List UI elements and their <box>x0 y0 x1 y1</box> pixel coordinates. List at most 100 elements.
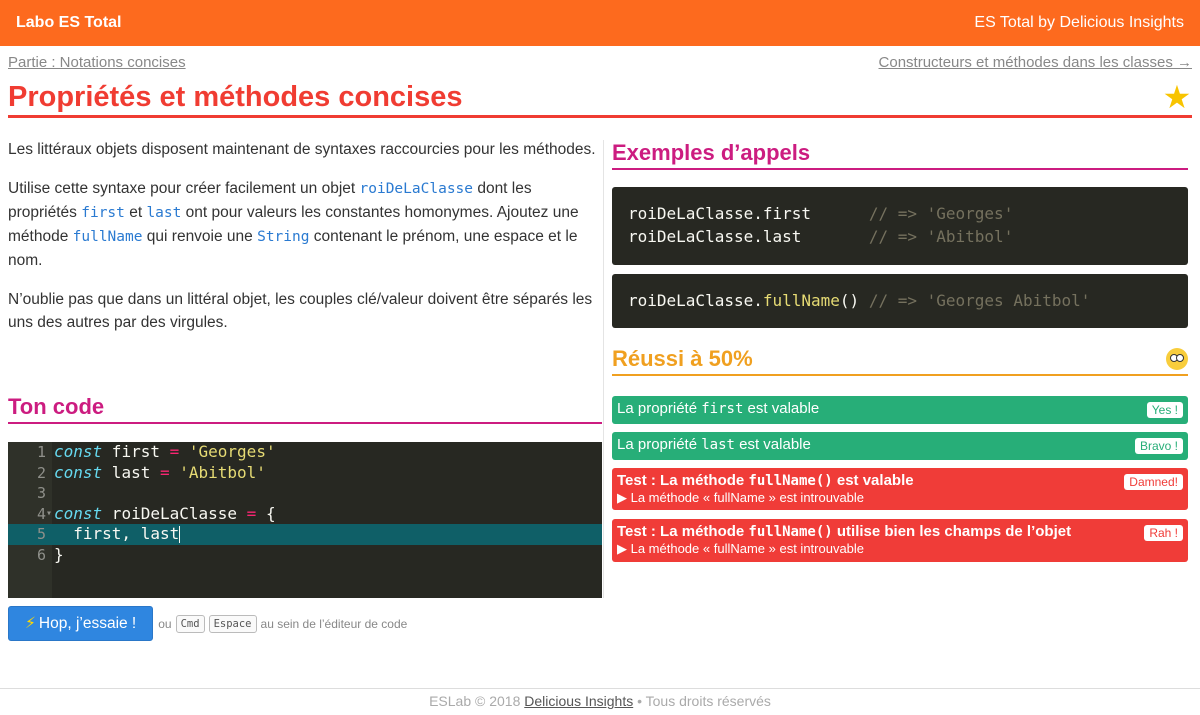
next-part-link[interactable]: Constructeurs et méthodes dans les class… <box>879 54 1192 74</box>
text: est valable <box>832 472 914 489</box>
editor-line[interactable]: 2 const last = 'Abitbol' <box>8 463 602 484</box>
text: qui renvoie une <box>142 228 258 245</box>
try-row: ⚡ Hop, j’essaie ! ou Cmd Espace au sein d… <box>8 606 407 641</box>
function-name: fullName <box>762 291 840 310</box>
line-number: 1 <box>36 443 46 461</box>
title-row: Propriétés et méthodes concises ★ <box>8 80 1192 118</box>
code-text: first, last <box>54 524 180 543</box>
text: Test : La méthode <box>617 472 749 489</box>
code: () <box>839 291 869 310</box>
instructions: Les littéraux objets disposent maintenan… <box>8 138 602 350</box>
fold-chevron-icon[interactable]: ▾ <box>46 504 54 525</box>
text: La propriété <box>617 436 702 453</box>
code: roiDeLaClasse.last <box>628 227 869 246</box>
line-number: 6 <box>36 545 46 564</box>
footer-text: ESLab © 2018 <box>429 693 525 709</box>
prev-part-link[interactable]: Partie : Notations concises <box>8 54 186 74</box>
text-cursor <box>179 526 181 543</box>
footer-link[interactable]: Delicious Insights <box>524 693 633 709</box>
comment: // => 'Georges Abitbol' <box>868 291 1091 310</box>
success-title: Réussi à 50% <box>612 346 753 371</box>
brand-link[interactable]: ES Total by Delicious Insights <box>974 14 1184 32</box>
code-editor[interactable]: 1 const first = 'Georges' 2 const last =… <box>8 442 602 598</box>
shortcut-hint: ou Cmd Espace au sein de l’éditeur de co… <box>158 614 408 633</box>
editor-line[interactable]: 4 ▾ const roiDeLaClasse = { <box>8 504 602 525</box>
result-text: Test : La méthode fullName() utilise bie… <box>617 523 1183 540</box>
result-text: La propriété last est valable <box>617 436 1183 453</box>
text: La propriété <box>617 400 702 417</box>
line-number: 5 <box>36 525 46 543</box>
result-badge: Damned! <box>1124 474 1183 490</box>
test-result-pass: La propriété last est valable Bravo ! <box>612 432 1188 460</box>
breadcrumb: Partie : Notations concises Constructeur… <box>8 54 1192 74</box>
text: est valable <box>743 400 820 417</box>
line-number: 3 <box>36 484 46 502</box>
code: fullName() <box>748 524 833 540</box>
hint-text: ou <box>158 616 172 631</box>
result-detail[interactable]: ▶ La méthode « fullName » est introuvabl… <box>617 490 1183 506</box>
editor-line[interactable]: 1 const first = 'Georges' <box>8 442 602 463</box>
code-first: first <box>81 205 125 221</box>
text: utilise bien les champs de l’objet <box>832 523 1072 540</box>
result-text: Test : La méthode fullName() est valable <box>617 472 1183 489</box>
text: Test : La méthode <box>617 523 749 540</box>
code-roideLaClasse: roiDeLaClasse <box>359 181 474 197</box>
result-text: La propriété first est valable <box>617 400 1183 417</box>
comment: // => 'Georges' <box>868 204 1014 223</box>
app-brand[interactable]: Labo ES Total <box>16 14 121 32</box>
editor-active-line[interactable]: 5 first, last <box>8 524 602 545</box>
operator: = <box>159 462 170 482</box>
result-badge: Yes ! <box>1146 402 1183 418</box>
result-detail[interactable]: ▶ La méthode « fullName » est introuvabl… <box>617 541 1183 557</box>
line-code: const last = 'Abitbol' <box>54 463 266 484</box>
try-button[interactable]: ⚡ Hop, j’essaie ! <box>8 606 154 641</box>
test-result-fail: Test : La méthode fullName() est valable… <box>612 468 1188 510</box>
hint-text: au sein de l’éditeur de code <box>260 616 408 631</box>
editor-line[interactable]: 6 } <box>8 545 602 566</box>
text: Utilise cette syntaxe pour créer facilem… <box>8 180 360 197</box>
page-title: Propriétés et méthodes concises <box>8 81 463 113</box>
code-fullname: fullName <box>72 229 143 245</box>
intro-paragraph-1: Les littéraux objets disposent maintenan… <box>8 141 596 158</box>
code-last: last <box>146 205 182 221</box>
success-heading: Réussi à 50% <box>612 346 1188 376</box>
code-line: roiDeLaClasse.fullName() // => 'Georges … <box>628 289 1172 312</box>
editor-line[interactable]: 3 <box>8 483 602 504</box>
code-string: String <box>257 229 310 245</box>
line-code: } <box>54 544 64 564</box>
top-bar: Labo ES Total ES Total by Delicious Insi… <box>0 0 1200 46</box>
keyword: const <box>54 442 103 461</box>
line-code: const roiDeLaClasse = { <box>54 504 276 525</box>
operator: = <box>246 503 257 523</box>
examples-heading: Exemples d’appels <box>612 140 1188 170</box>
test-result-pass: La propriété first est valable Yes ! <box>612 396 1188 424</box>
intro-paragraph-3: N’oublie pas que dans un littéral objet,… <box>8 291 593 331</box>
code: fullName() <box>748 473 833 489</box>
column-divider <box>603 140 604 598</box>
code: roiDeLaClasse.first <box>628 204 869 223</box>
lightning-icon: ⚡ <box>25 615 36 632</box>
text: et <box>124 204 147 221</box>
text: est valable <box>734 436 811 453</box>
test-result-fail: Test : La méthode fullName() utilise bie… <box>612 519 1188 562</box>
string: 'Georges' <box>179 442 276 461</box>
keyword: const <box>54 503 103 523</box>
identifier: roiDeLaClasse <box>102 503 247 523</box>
code-line: roiDeLaClasse.last // => 'Abitbol' <box>628 225 1172 248</box>
star-icon[interactable]: ★ <box>1162 81 1192 113</box>
comment: // => 'Abitbol' <box>868 227 1014 246</box>
code: roiDeLaClasse. <box>628 291 763 310</box>
line-number: 4 <box>36 504 46 523</box>
code-line: roiDeLaClasse.first // => 'Georges' <box>628 202 1172 225</box>
operator: = <box>169 442 180 461</box>
footer-text: • Tous droits réservés <box>633 693 771 709</box>
example-code-block-1: roiDeLaClasse.first // => 'Georges' roiD… <box>612 187 1188 265</box>
brace: { <box>256 503 276 523</box>
code: first <box>701 401 744 417</box>
identifier: last <box>102 462 160 482</box>
keyword: const <box>54 462 103 482</box>
line-code: first, last <box>54 524 181 545</box>
code: last <box>701 437 735 453</box>
footer: ESLab © 2018 Delicious Insights • Tous d… <box>0 688 1200 715</box>
example-code-block-2: roiDeLaClasse.fullName() // => 'Georges … <box>612 274 1188 328</box>
